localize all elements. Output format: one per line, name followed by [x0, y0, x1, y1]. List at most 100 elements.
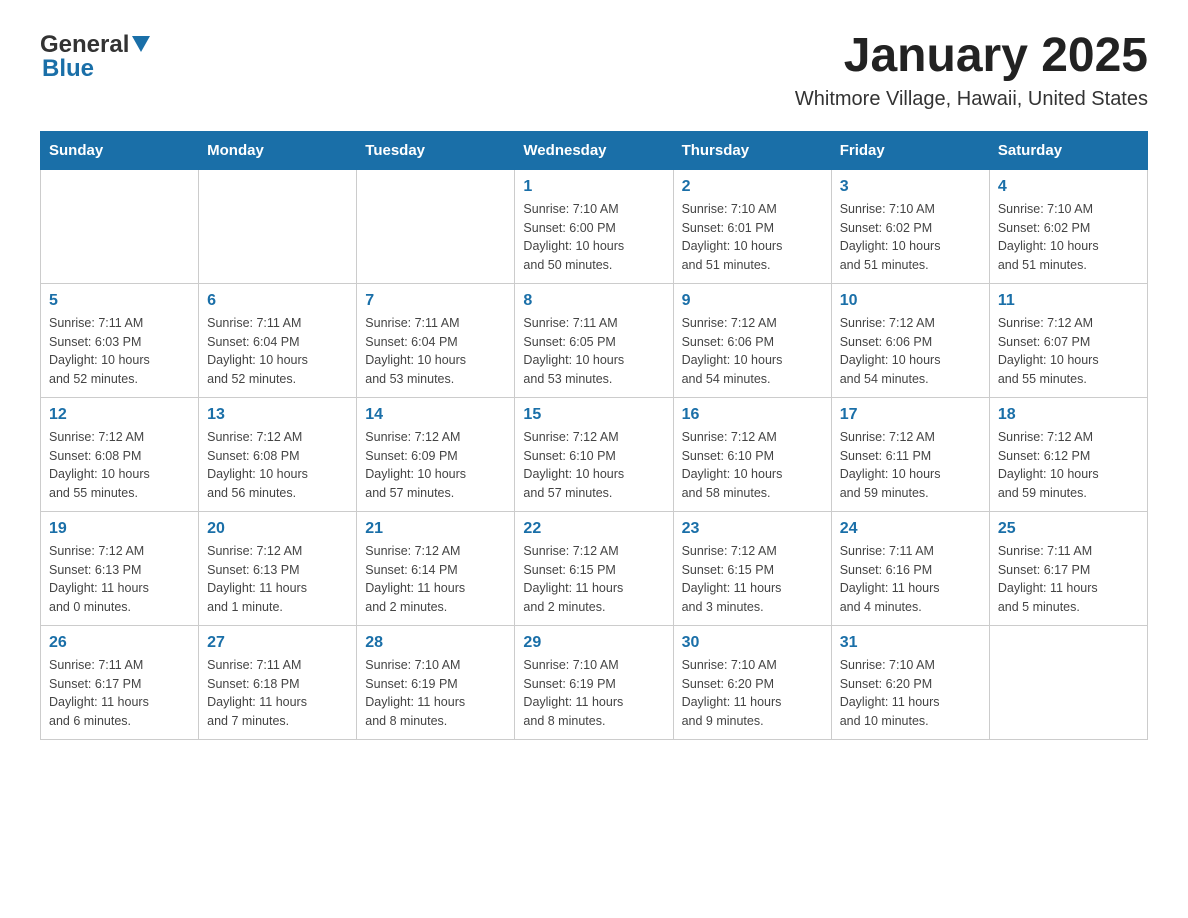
calendar-cell: 4 Sunrise: 7:10 AM Sunset: 6:02 PM Daylig…: [989, 169, 1147, 283]
day-info: Sunrise: 7:11 AM Sunset: 6:17 PM Dayligh…: [49, 656, 190, 731]
day-info: Sunrise: 7:11 AM Sunset: 6:05 PM Dayligh…: [523, 314, 664, 389]
day-number: 1: [523, 178, 664, 196]
day-info: Sunrise: 7:11 AM Sunset: 6:03 PM Dayligh…: [49, 314, 190, 389]
day-info: Sunrise: 7:12 AM Sunset: 6:06 PM Dayligh…: [840, 314, 981, 389]
calendar-cell: 14 Sunrise: 7:12 AM Sunset: 6:09 PM Dayli…: [357, 397, 515, 511]
calendar-cell: 17 Sunrise: 7:12 AM Sunset: 6:11 PM Dayli…: [831, 397, 989, 511]
day-number: 12: [49, 406, 190, 424]
day-header-tuesday: Tuesday: [357, 131, 515, 169]
calendar-cell: 26Sunrise: 7:11 AM Sunset: 6:17 PM Dayli…: [41, 625, 199, 739]
calendar-cell: 9 Sunrise: 7:12 AM Sunset: 6:06 PM Daylig…: [673, 283, 831, 397]
calendar-header-row: SundayMondayTuesdayWednesdayThursdayFrid…: [41, 131, 1148, 169]
day-number: 4: [998, 178, 1139, 196]
logo: General Blue: [40, 30, 150, 83]
day-info: Sunrise: 7:12 AM Sunset: 6:08 PM Dayligh…: [49, 428, 190, 503]
day-info: Sunrise: 7:12 AM Sunset: 6:08 PM Dayligh…: [207, 428, 348, 503]
day-info: Sunrise: 7:12 AM Sunset: 6:09 PM Dayligh…: [365, 428, 506, 503]
day-number: 23: [682, 520, 823, 538]
logo-arrow-icon: [132, 36, 150, 59]
day-number: 7: [365, 292, 506, 310]
calendar-cell: 28 Sunrise: 7:10 AM Sunset: 6:19 PM Dayli…: [357, 625, 515, 739]
day-header-wednesday: Wednesday: [515, 131, 673, 169]
day-info: Sunrise: 7:12 AM Sunset: 6:13 PM Dayligh…: [49, 542, 190, 617]
day-info: Sunrise: 7:10 AM Sunset: 6:19 PM Dayligh…: [523, 656, 664, 731]
calendar-table: SundayMondayTuesdayWednesdayThursdayFrid…: [40, 131, 1148, 740]
calendar-cell: 22 Sunrise: 7:12 AM Sunset: 6:15 PM Dayli…: [515, 511, 673, 625]
calendar-cell: 25 Sunrise: 7:11 AM Sunset: 6:17 PM Dayli…: [989, 511, 1147, 625]
day-info: Sunrise: 7:10 AM Sunset: 6:19 PM Dayligh…: [365, 656, 506, 731]
calendar-week-row: 5 Sunrise: 7:11 AM Sunset: 6:03 PM Daylig…: [41, 283, 1148, 397]
calendar-cell: 18 Sunrise: 7:12 AM Sunset: 6:12 PM Dayli…: [989, 397, 1147, 511]
day-number: 27: [207, 634, 348, 652]
day-number: 8: [523, 292, 664, 310]
calendar-week-row: 12 Sunrise: 7:12 AM Sunset: 6:08 PM Dayli…: [41, 397, 1148, 511]
page-header: General Blue January 2025 Whitmore Villa…: [40, 30, 1148, 111]
day-info: Sunrise: 7:11 AM Sunset: 6:04 PM Dayligh…: [207, 314, 348, 389]
day-info: Sunrise: 7:10 AM Sunset: 6:02 PM Dayligh…: [840, 200, 981, 275]
calendar-cell: 30 Sunrise: 7:10 AM Sunset: 6:20 PM Dayli…: [673, 625, 831, 739]
day-info: Sunrise: 7:11 AM Sunset: 6:04 PM Dayligh…: [365, 314, 506, 389]
calendar-cell: [41, 169, 199, 283]
day-info: Sunrise: 7:10 AM Sunset: 6:20 PM Dayligh…: [682, 656, 823, 731]
day-header-monday: Monday: [199, 131, 357, 169]
calendar-cell: 16Sunrise: 7:12 AM Sunset: 6:10 PM Dayli…: [673, 397, 831, 511]
calendar-cell: 6 Sunrise: 7:11 AM Sunset: 6:04 PM Daylig…: [199, 283, 357, 397]
day-number: 13: [207, 406, 348, 424]
page-subtitle: Whitmore Village, Hawaii, United States: [795, 88, 1148, 111]
day-info: Sunrise: 7:12 AM Sunset: 6:07 PM Dayligh…: [998, 314, 1139, 389]
day-number: 10: [840, 292, 981, 310]
calendar-cell: 2Sunrise: 7:10 AM Sunset: 6:01 PM Daylig…: [673, 169, 831, 283]
day-info: Sunrise: 7:12 AM Sunset: 6:15 PM Dayligh…: [523, 542, 664, 617]
day-header-friday: Friday: [831, 131, 989, 169]
day-number: 14: [365, 406, 506, 424]
day-number: 5: [49, 292, 190, 310]
calendar-cell: 7 Sunrise: 7:11 AM Sunset: 6:04 PM Daylig…: [357, 283, 515, 397]
day-number: 20: [207, 520, 348, 538]
day-number: 18: [998, 406, 1139, 424]
day-number: 11: [998, 292, 1139, 310]
calendar-cell: 12 Sunrise: 7:12 AM Sunset: 6:08 PM Dayli…: [41, 397, 199, 511]
calendar-cell: 31Sunrise: 7:10 AM Sunset: 6:20 PM Dayli…: [831, 625, 989, 739]
calendar-cell: [989, 625, 1147, 739]
day-number: 28: [365, 634, 506, 652]
day-number: 21: [365, 520, 506, 538]
day-number: 9: [682, 292, 823, 310]
calendar-cell: 24 Sunrise: 7:11 AM Sunset: 6:16 PM Dayli…: [831, 511, 989, 625]
calendar-week-row: 19 Sunrise: 7:12 AM Sunset: 6:13 PM Dayli…: [41, 511, 1148, 625]
day-header-saturday: Saturday: [989, 131, 1147, 169]
day-info: Sunrise: 7:10 AM Sunset: 6:20 PM Dayligh…: [840, 656, 981, 731]
day-number: 19: [49, 520, 190, 538]
day-info: Sunrise: 7:12 AM Sunset: 6:12 PM Dayligh…: [998, 428, 1139, 503]
calendar-cell: 21 Sunrise: 7:12 AM Sunset: 6:14 PM Dayli…: [357, 511, 515, 625]
day-number: 29: [523, 634, 664, 652]
calendar-cell: 20 Sunrise: 7:12 AM Sunset: 6:13 PM Dayli…: [199, 511, 357, 625]
day-number: 17: [840, 406, 981, 424]
page-title: January 2025: [795, 30, 1148, 83]
day-info: Sunrise: 7:10 AM Sunset: 6:00 PM Dayligh…: [523, 200, 664, 275]
day-info: Sunrise: 7:12 AM Sunset: 6:13 PM Dayligh…: [207, 542, 348, 617]
calendar-cell: 11 Sunrise: 7:12 AM Sunset: 6:07 PM Dayli…: [989, 283, 1147, 397]
day-header-sunday: Sunday: [41, 131, 199, 169]
calendar-cell: 5 Sunrise: 7:11 AM Sunset: 6:03 PM Daylig…: [41, 283, 199, 397]
calendar-week-row: 1 Sunrise: 7:10 AM Sunset: 6:00 PM Daylig…: [41, 169, 1148, 283]
day-info: Sunrise: 7:12 AM Sunset: 6:14 PM Dayligh…: [365, 542, 506, 617]
calendar-cell: 10 Sunrise: 7:12 AM Sunset: 6:06 PM Dayli…: [831, 283, 989, 397]
day-info: Sunrise: 7:11 AM Sunset: 6:17 PM Dayligh…: [998, 542, 1139, 617]
day-info: Sunrise: 7:11 AM Sunset: 6:16 PM Dayligh…: [840, 542, 981, 617]
calendar-cell: 13 Sunrise: 7:12 AM Sunset: 6:08 PM Dayli…: [199, 397, 357, 511]
day-info: Sunrise: 7:12 AM Sunset: 6:11 PM Dayligh…: [840, 428, 981, 503]
day-info: Sunrise: 7:12 AM Sunset: 6:15 PM Dayligh…: [682, 542, 823, 617]
day-info: Sunrise: 7:12 AM Sunset: 6:06 PM Dayligh…: [682, 314, 823, 389]
day-number: 25: [998, 520, 1139, 538]
day-number: 6: [207, 292, 348, 310]
day-number: 22: [523, 520, 664, 538]
day-number: 3: [840, 178, 981, 196]
calendar-cell: [357, 169, 515, 283]
calendar-week-row: 26Sunrise: 7:11 AM Sunset: 6:17 PM Dayli…: [41, 625, 1148, 739]
day-info: Sunrise: 7:10 AM Sunset: 6:02 PM Dayligh…: [998, 200, 1139, 275]
day-number: 24: [840, 520, 981, 538]
day-number: 30: [682, 634, 823, 652]
title-section: January 2025 Whitmore Village, Hawaii, U…: [795, 30, 1148, 111]
calendar-cell: 27Sunrise: 7:11 AM Sunset: 6:18 PM Dayli…: [199, 625, 357, 739]
day-number: 15: [523, 406, 664, 424]
